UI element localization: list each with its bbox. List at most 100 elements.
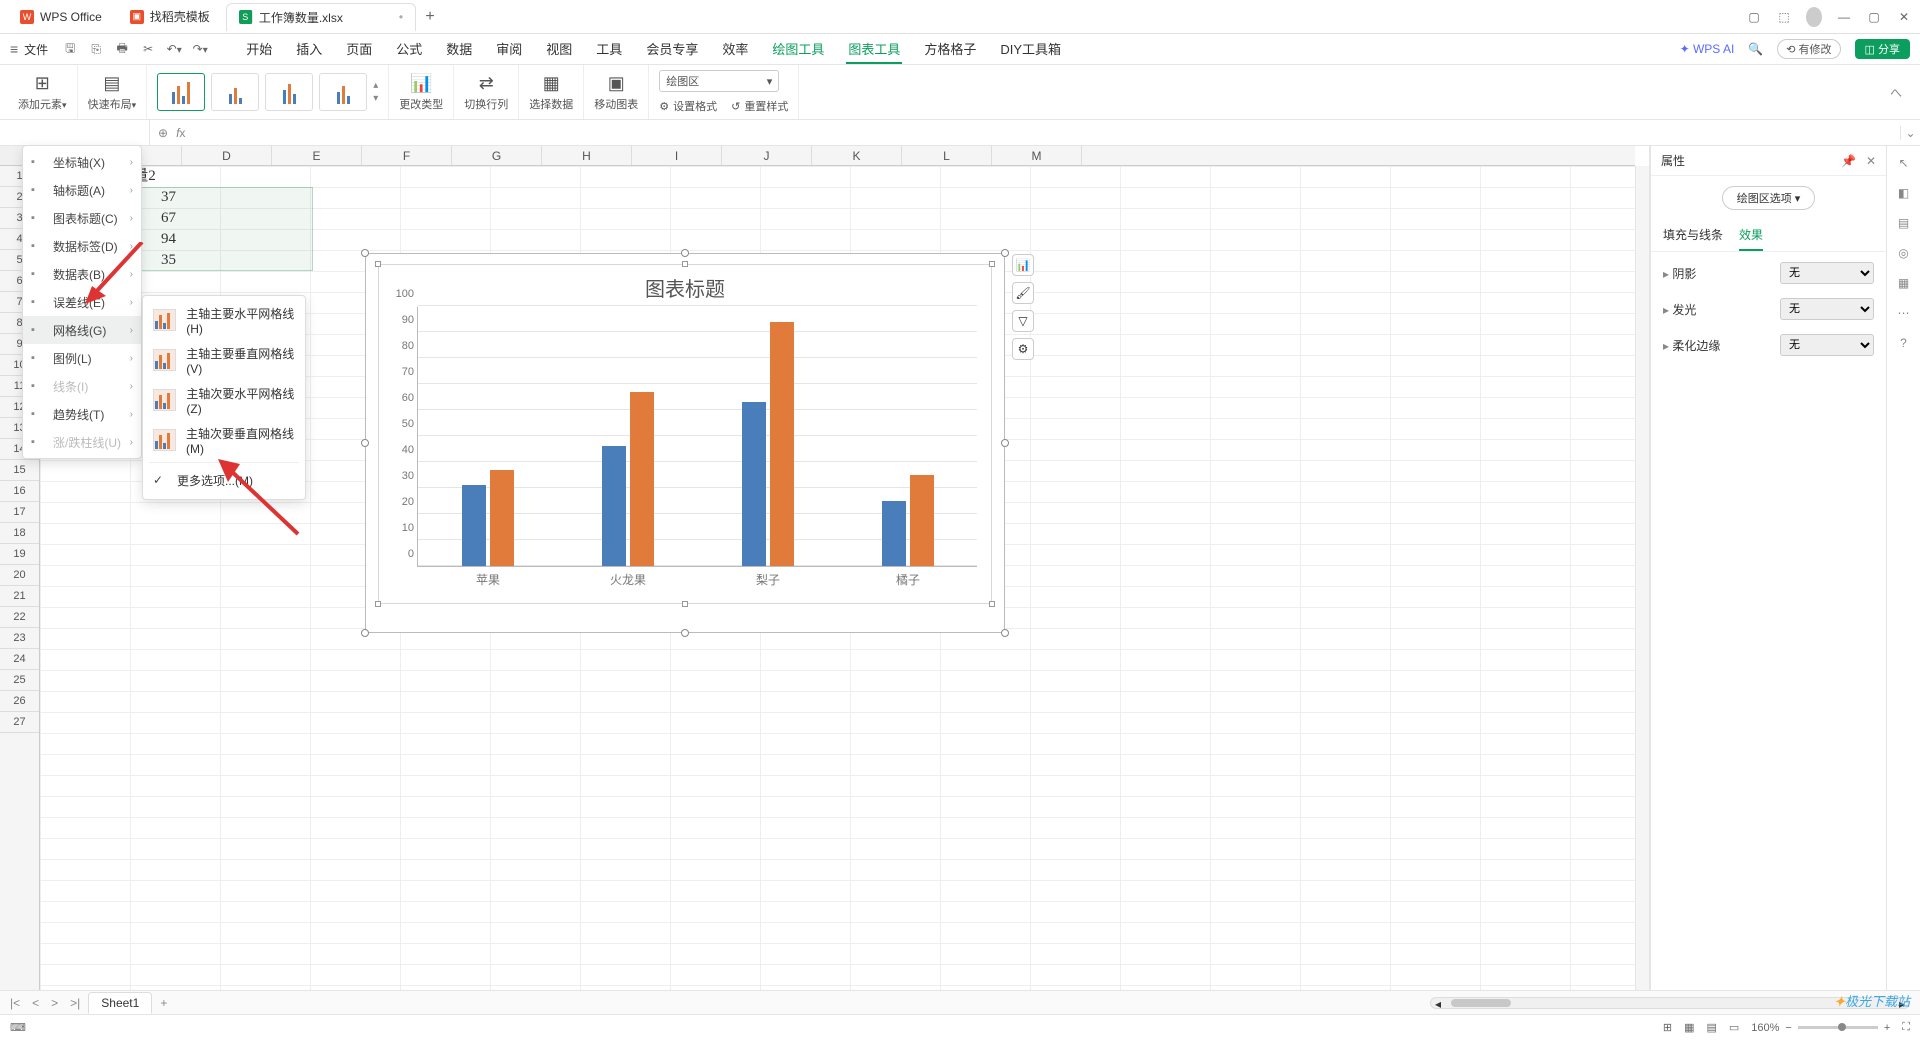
tab-chart[interactable]: 图表工具: [846, 35, 902, 64]
chart-gear-icon[interactable]: ⚙: [1012, 338, 1034, 360]
tab-last-icon[interactable]: >|: [66, 996, 84, 1010]
sheet-tab-1[interactable]: Sheet1: [88, 992, 152, 1014]
sb-style-icon[interactable]: ◧: [1898, 186, 1909, 200]
set-format-button[interactable]: ⚙ 设置格式: [659, 98, 717, 114]
menu-item[interactable]: ▪图例(L)›: [23, 344, 141, 372]
change-type-button[interactable]: 📊更改类型: [389, 65, 454, 119]
save-icon[interactable]: 🖫: [62, 39, 78, 60]
name-box[interactable]: [0, 120, 150, 145]
file-menu[interactable]: 文件: [24, 41, 48, 58]
print-icon[interactable]: 🖶: [114, 39, 130, 60]
collapse-ribbon-icon[interactable]: へ: [1890, 84, 1912, 101]
shadow-select[interactable]: 无: [1780, 262, 1874, 284]
tab-efficiency[interactable]: 效率: [720, 35, 750, 64]
menu-item[interactable]: ▪误差线(E)›: [23, 288, 141, 316]
new-tab-button[interactable]: +: [420, 8, 440, 26]
chart-object[interactable]: 📊 🖌 ▽ ⚙ 图表标题 0102030405060708090100苹果火龙果…: [365, 253, 1005, 633]
tab-tools[interactable]: 工具: [594, 35, 624, 64]
chart-style-gallery[interactable]: ▴▾: [157, 73, 378, 111]
tab-vip[interactable]: 会员专享: [644, 35, 700, 64]
soft-select[interactable]: 无: [1780, 334, 1874, 356]
menu-item[interactable]: ▪趋势线(T)›: [23, 400, 141, 428]
pin-icon[interactable]: 📌: [1841, 154, 1856, 168]
chart-elem-icon[interactable]: 📊: [1012, 254, 1034, 276]
tab-next-icon[interactable]: >: [47, 996, 62, 1010]
zoom-control[interactable]: 160%−+: [1751, 1022, 1890, 1034]
add-element-button[interactable]: ⊞添加元素▾: [8, 65, 78, 119]
vertical-scrollbar[interactable]: [1635, 166, 1649, 1014]
reset-style-button[interactable]: ↺ 重置样式: [731, 98, 788, 114]
avatar[interactable]: [1806, 7, 1822, 27]
column-headers[interactable]: BCDEFGHIJKLM: [40, 146, 1635, 166]
fx-icon[interactable]: fx: [176, 126, 185, 140]
select-data-button[interactable]: ▦选择数据: [519, 65, 584, 119]
maximize-button[interactable]: ▢: [1866, 10, 1882, 24]
row-soft[interactable]: 柔化边缘: [1663, 337, 1720, 354]
share-button[interactable]: ◫ 分享: [1855, 39, 1910, 59]
chart-title[interactable]: 图表标题: [379, 265, 991, 306]
submenu-item[interactable]: 主轴主要水平网格线(H): [143, 300, 305, 340]
sb-help-icon[interactable]: ?: [1900, 336, 1907, 350]
redo-icon[interactable]: ↷▾: [192, 42, 208, 56]
view-read-icon[interactable]: ▭: [1729, 1021, 1739, 1034]
tab-draw[interactable]: 绘图工具: [770, 35, 826, 64]
tab-review[interactable]: 审阅: [494, 35, 524, 64]
chart-filter-icon[interactable]: ▽: [1012, 310, 1034, 332]
submenu-item[interactable]: ✓更多选项...(M): [143, 465, 305, 495]
expand-fx-icon[interactable]: ⌄: [1900, 126, 1920, 140]
chart-style-3[interactable]: [265, 73, 313, 111]
quick-layout-button[interactable]: ▤快速布局▾: [78, 65, 148, 119]
tab-diy[interactable]: DIY工具箱: [998, 35, 1063, 64]
close-button[interactable]: ✕: [1896, 10, 1912, 24]
plot-area[interactable]: 图表标题 0102030405060708090100苹果火龙果梨子橘子: [378, 264, 992, 604]
tab-formula[interactable]: 公式: [394, 35, 424, 64]
chart-area-select[interactable]: 绘图区▾: [659, 70, 779, 92]
view-page-icon[interactable]: ▤: [1706, 1021, 1716, 1034]
search-icon[interactable]: 🔍: [1748, 42, 1763, 56]
view-ops-icon[interactable]: ⊞: [1663, 1021, 1672, 1034]
tab-data[interactable]: 数据: [444, 35, 474, 64]
tab-wps[interactable]: WWPS Office: [8, 3, 114, 31]
zoom-icon[interactable]: ⊕: [158, 126, 168, 140]
modified-badge[interactable]: ⟲ 有修改: [1777, 39, 1840, 59]
chart-style-4[interactable]: [319, 73, 367, 111]
view-normal-icon[interactable]: ▦: [1684, 1021, 1694, 1034]
tab-insert[interactable]: 插入: [294, 35, 324, 64]
menu-item[interactable]: ▪坐标轴(X)›: [23, 148, 141, 176]
chart-style-2[interactable]: [211, 73, 259, 111]
cut-icon[interactable]: ✂: [140, 42, 156, 56]
close-panel-icon[interactable]: ✕: [1866, 154, 1876, 168]
fullscreen-icon[interactable]: ⛶: [1902, 1021, 1910, 1034]
print-preview-icon[interactable]: ⎘: [88, 42, 104, 57]
sb-layers-icon[interactable]: ▤: [1898, 216, 1909, 230]
tab-start[interactable]: 开始: [244, 35, 274, 64]
tab-workbook[interactable]: S工作簿数量.xlsx•: [226, 3, 416, 31]
hamburger-icon[interactable]: ≡: [10, 41, 18, 57]
undo-icon[interactable]: ↶▾: [166, 42, 182, 56]
submenu-item[interactable]: 主轴次要水平网格线(Z): [143, 380, 305, 420]
minimize-button[interactable]: —: [1836, 10, 1852, 24]
sb-select-icon[interactable]: ↖: [1898, 156, 1908, 170]
add-sheet-button[interactable]: +: [156, 996, 171, 1010]
menu-item[interactable]: ▪轴标题(A)›: [23, 176, 141, 204]
sb-table-icon[interactable]: ▦: [1898, 276, 1909, 290]
menu-item[interactable]: ▪图表标题(C)›: [23, 204, 141, 232]
win-cube-icon[interactable]: ⬚: [1776, 10, 1792, 24]
chart-style-1[interactable]: [157, 73, 205, 111]
menu-item[interactable]: ▪网格线(G)›: [23, 316, 141, 344]
tab-effect[interactable]: 效果: [1739, 220, 1763, 251]
row-glow[interactable]: 发光: [1663, 301, 1696, 318]
sb-more-icon[interactable]: ⋯: [1898, 306, 1910, 320]
menu-item[interactable]: ▪数据标签(D)›: [23, 232, 141, 260]
submenu-item[interactable]: 主轴次要垂直网格线(M): [143, 420, 305, 460]
tab-first-icon[interactable]: |<: [6, 996, 24, 1010]
tab-fill[interactable]: 填充与线条: [1663, 220, 1723, 251]
wps-ai-button[interactable]: ✦ WPS AI: [1680, 42, 1735, 56]
tab-fangge[interactable]: 方格格子: [922, 35, 978, 64]
tab-page[interactable]: 页面: [344, 35, 374, 64]
status-mode-icon[interactable]: ⌨: [10, 1021, 26, 1034]
panel-selector[interactable]: 绘图区选项 ▾: [1722, 186, 1816, 210]
tab-view[interactable]: 视图: [544, 35, 574, 64]
glow-select[interactable]: 无: [1780, 298, 1874, 320]
switch-rowcol-button[interactable]: ⇄切换行列: [454, 65, 519, 119]
